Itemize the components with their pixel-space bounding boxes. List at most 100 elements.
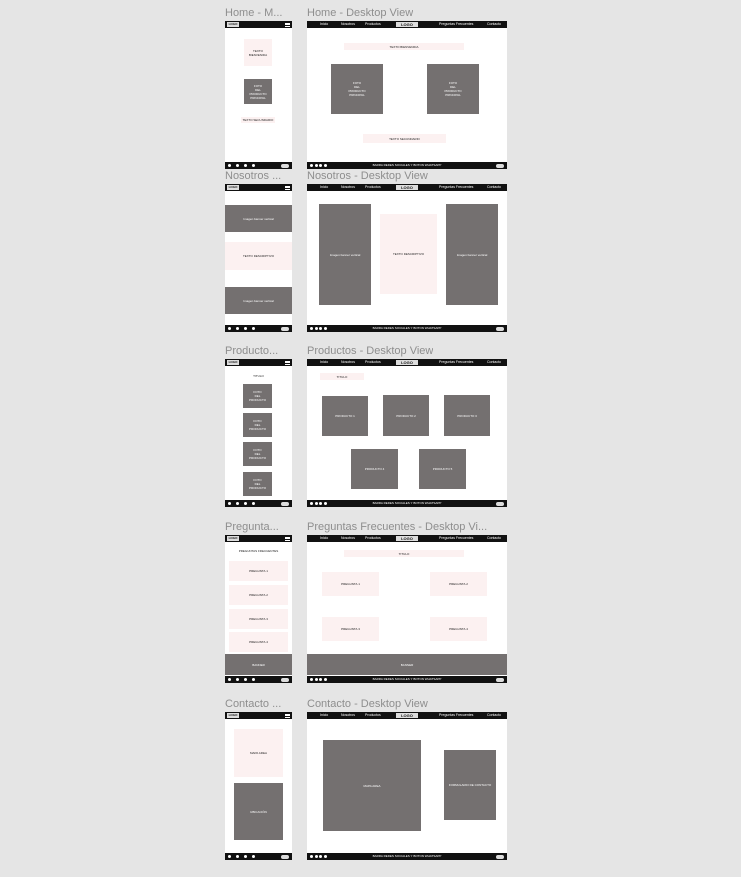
nav-contacto[interactable]: Contacto [487, 535, 501, 542]
faq-question-3[interactable]: PREGUNTA 3 [229, 609, 288, 629]
faq-question-1[interactable]: PREGUNTA 1 [229, 561, 288, 581]
hamburger-menu-icon[interactable] [285, 713, 290, 718]
nav-productos[interactable]: Productos [365, 535, 381, 542]
mobile-header: LOGO [225, 359, 292, 366]
nav-nosotros[interactable]: Nosotros [341, 184, 355, 191]
product-photo-right: FOTO DEL PRODUCTO PRINCIPAL [427, 64, 479, 114]
logo: LOGO [227, 22, 239, 27]
logo: LOGO [396, 22, 418, 27]
product-card-4[interactable]: PRODUCTO 4 [351, 449, 398, 489]
whatsapp-button-icon[interactable] [281, 326, 289, 331]
whatsapp-button-icon[interactable] [496, 326, 504, 331]
whatsapp-button-icon[interactable] [496, 501, 504, 506]
product-card-5[interactable]: PRODUCTO 5 [419, 449, 466, 489]
whatsapp-button-icon[interactable] [281, 163, 289, 168]
home-mobile-frame[interactable]: LOGO TEXTO BIENVENIDA FOTO DEL PRODUCTO … [225, 21, 292, 169]
faq-question-1[interactable]: PREGUNTA 1 [322, 572, 379, 596]
social-icons[interactable] [228, 164, 255, 167]
nav-contacto[interactable]: Contacto [487, 184, 501, 191]
nav-nosotros[interactable]: Nosotros [341, 359, 355, 366]
location-box: UBICACIÓN [234, 783, 283, 840]
frame-label-nosotros-desktop: Nosotros - Desktop View [307, 170, 428, 182]
product-card-3[interactable]: PRODUCTO 3 [444, 395, 490, 436]
productos-desktop-frame[interactable]: Inicio Nosotros Productos LOGO Preguntas… [307, 359, 507, 507]
hamburger-menu-icon[interactable] [285, 360, 290, 365]
nosotros-desktop-frame[interactable]: Inicio Nosotros Productos LOGO Preguntas… [307, 184, 507, 332]
nav-nosotros[interactable]: Nosotros [341, 535, 355, 542]
nav-inicio[interactable]: Inicio [320, 535, 328, 542]
nav-inicio[interactable]: Inicio [320, 184, 328, 191]
banner-image-top: Imagen banner vertical [225, 205, 292, 232]
mobile-header: LOGO [225, 712, 292, 719]
hamburger-menu-icon[interactable] [285, 185, 290, 190]
productos-mobile-frame[interactable]: LOGO TITULO FOTO DEL PRODUCTO FOTO DEL P… [225, 359, 292, 507]
preguntas-desktop-frame[interactable]: Inicio Nosotros Productos LOGO Preguntas… [307, 535, 507, 683]
nav-preguntas[interactable]: Preguntas Frecuentes [439, 21, 473, 28]
social-icons[interactable] [228, 678, 255, 681]
mobile-footer [225, 162, 292, 169]
faq-question-3[interactable]: PREGUNTA 3 [322, 617, 379, 641]
hamburger-menu-icon[interactable] [285, 536, 290, 541]
nav-inicio[interactable]: Inicio [320, 712, 328, 719]
nav-preguntas[interactable]: Preguntas Frecuentes [439, 535, 473, 542]
hamburger-menu-icon[interactable] [285, 22, 290, 27]
social-icons[interactable] [228, 327, 255, 330]
desktop-footer: BARRA REDES SOCIALES Y BOTON WHATSAPP [307, 325, 507, 332]
whatsapp-button-icon[interactable] [281, 677, 289, 682]
nav-productos[interactable]: Productos [365, 712, 381, 719]
faq-question-4[interactable]: PREGUNTA 4 [430, 617, 487, 641]
contact-form[interactable]: FORMULARIO DE CONTACTO [444, 750, 496, 820]
nosotros-mobile-frame[interactable]: LOGO Imagen banner vertical TEXTO DESCRI… [225, 184, 292, 332]
social-icons[interactable] [228, 502, 255, 505]
whatsapp-button-icon[interactable] [281, 501, 289, 506]
welcome-text-box: TEXTO BIENVENIDA [244, 39, 272, 66]
nav-contacto[interactable]: Contacto [487, 21, 501, 28]
nav-productos[interactable]: Productos [365, 184, 381, 191]
social-icons[interactable] [228, 855, 255, 858]
faq-question-2[interactable]: PREGUNTA 2 [430, 572, 487, 596]
nav-nosotros[interactable]: Nosotros [341, 712, 355, 719]
contacto-desktop-frame[interactable]: Inicio Nosotros Productos LOGO Preguntas… [307, 712, 507, 860]
mobile-header: LOGO [225, 535, 292, 542]
product-card-1[interactable]: PRODUCTO 1 [322, 396, 368, 436]
products-title: TITULO [253, 374, 264, 378]
logo: LOGO [396, 713, 418, 718]
whatsapp-button-icon[interactable] [281, 854, 289, 859]
preguntas-mobile-frame[interactable]: LOGO PREGUNTAS FRECUENTES PREGUNTA 1 PRE… [225, 535, 292, 683]
faq-question-4[interactable]: PREGUNTA 4 [229, 632, 288, 652]
nav-preguntas[interactable]: Preguntas Frecuentes [439, 184, 473, 191]
frame-label-nosotros-mobile: Nosotros ... [225, 170, 282, 182]
desktop-header: Inicio Nosotros Productos LOGO Preguntas… [307, 21, 507, 28]
nav-preguntas[interactable]: Preguntas Frecuentes [439, 359, 473, 366]
vertical-banner-left: Imagen banner vertical [319, 204, 371, 305]
faq-question-2[interactable]: PREGUNTA 2 [229, 585, 288, 605]
contacto-mobile-frame[interactable]: LOGO MAPA AREA UBICACIÓN [225, 712, 292, 860]
whatsapp-button-icon[interactable] [496, 854, 504, 859]
product-card-2[interactable]: PRODUCTO 2 [383, 395, 429, 436]
vertical-banner-right: Imagen banner vertical [446, 204, 498, 305]
nav-contacto[interactable]: Contacto [487, 712, 501, 719]
banner-image-bottom: Imagen banner vertical [225, 287, 292, 314]
whatsapp-button-icon[interactable] [496, 163, 504, 168]
nav-preguntas[interactable]: Preguntas Frecuentes [439, 712, 473, 719]
desktop-footer: BARRA REDES SOCIALES Y BOTON WHATSAPP [307, 500, 507, 507]
map-area: MAPA AREA [234, 729, 283, 777]
descriptive-text-box: TEXTO DESCRIPTIVO [225, 242, 292, 270]
mobile-footer [225, 853, 292, 860]
logo: LOGO [227, 536, 239, 541]
frame-label-home-mobile: Home - M... [225, 7, 283, 19]
nav-productos[interactable]: Productos [365, 359, 381, 366]
frame-label-preguntas-mobile: Pregunta... [225, 521, 279, 533]
logo: LOGO [396, 185, 418, 190]
logo: LOGO [227, 185, 239, 190]
nav-productos[interactable]: Productos [365, 21, 381, 28]
nav-inicio[interactable]: Inicio [320, 21, 328, 28]
desktop-header: Inicio Nosotros Productos LOGO Preguntas… [307, 712, 507, 719]
faq-banner: BANNER [307, 654, 507, 675]
nav-nosotros[interactable]: Nosotros [341, 21, 355, 28]
nav-contacto[interactable]: Contacto [487, 359, 501, 366]
frame-label-productos-desktop: Productos - Desktop View [307, 345, 434, 357]
home-desktop-frame[interactable]: Inicio Nosotros Productos LOGO Preguntas… [307, 21, 507, 169]
whatsapp-button-icon[interactable] [496, 677, 504, 682]
nav-inicio[interactable]: Inicio [320, 359, 328, 366]
